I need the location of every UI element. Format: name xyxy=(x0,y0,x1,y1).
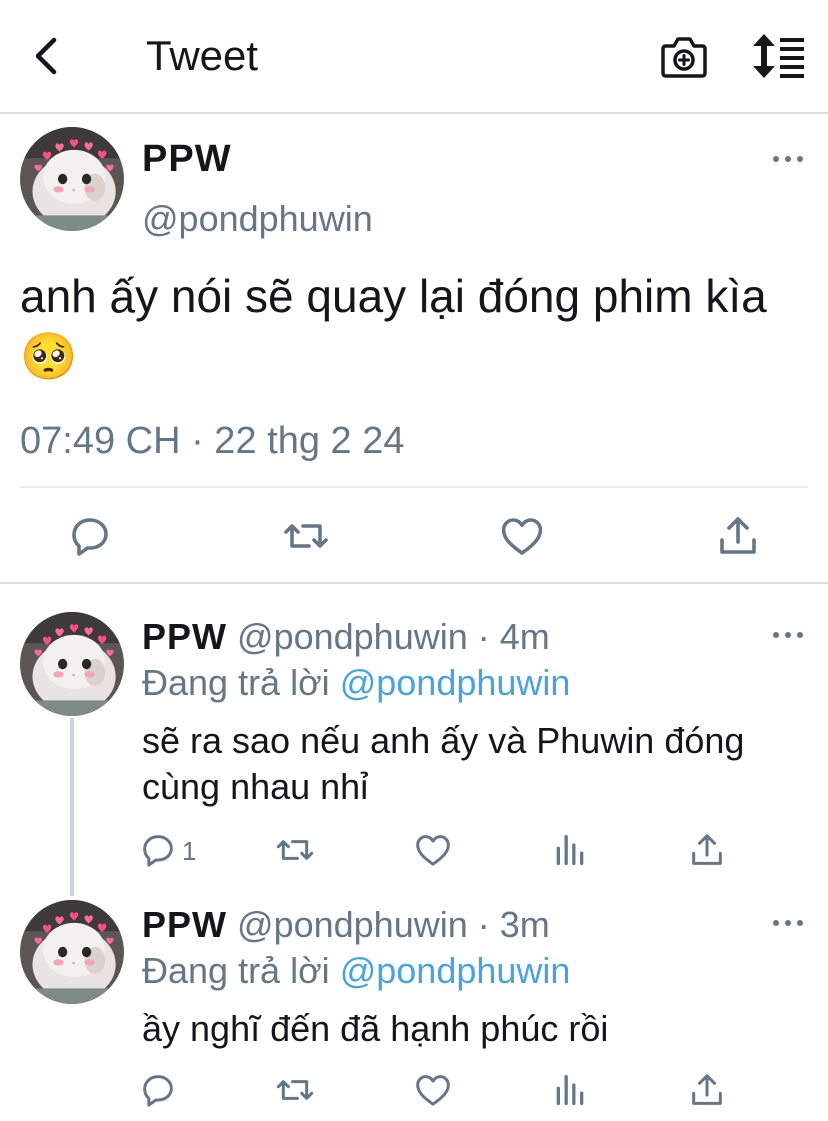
author-name[interactable]: PPW xyxy=(142,904,227,945)
tweet-timestamp: 07:49 CH · 22 thg 2 24 xyxy=(20,420,405,462)
more-icon xyxy=(770,917,806,929)
retweet-icon xyxy=(275,830,315,870)
divider xyxy=(20,486,808,488)
author-name[interactable]: PPW xyxy=(142,138,232,181)
tweet-text: anh ấy nói sẽ quay lại đóng phim kìa 🥺 xyxy=(20,270,767,382)
retweet-icon xyxy=(275,1070,315,1110)
reply-button[interactable] xyxy=(66,512,114,560)
avatar[interactable] xyxy=(20,612,124,716)
like-button[interactable] xyxy=(413,830,453,870)
page-title: Tweet xyxy=(146,32,259,79)
reply-time: · 4m xyxy=(477,616,550,657)
more-options-button[interactable] xyxy=(770,916,806,936)
retweet-icon xyxy=(282,512,330,560)
retweet-button[interactable] xyxy=(282,512,330,560)
back-button[interactable] xyxy=(28,30,68,82)
sort-icon xyxy=(753,34,804,78)
reply-icon xyxy=(66,512,114,560)
like-button[interactable] xyxy=(413,1070,453,1110)
like-icon xyxy=(413,1070,453,1110)
share-button[interactable] xyxy=(714,512,762,560)
retweet-button[interactable] xyxy=(275,1070,315,1110)
author-name[interactable]: PPW xyxy=(142,616,227,657)
more-icon xyxy=(770,629,806,641)
more-icon xyxy=(770,153,806,165)
share-icon xyxy=(714,512,762,560)
reply-count: 1 xyxy=(182,836,197,866)
analytics-icon xyxy=(550,1070,590,1110)
reply-button[interactable] xyxy=(138,1070,178,1110)
top-navigation-bar: Tweet xyxy=(0,0,828,114)
avatar[interactable] xyxy=(20,900,124,1004)
replying-label: Đang trả lời xyxy=(142,950,330,991)
reply-text: sẽ ra sao nếu anh ấy và Phuwin đóng cùng… xyxy=(142,720,745,807)
reply-time: · 3m xyxy=(477,904,550,945)
author-handle[interactable]: @pondphuwin xyxy=(142,198,373,240)
reply-header: PPW @pondphuwin · 3m xyxy=(142,902,550,948)
like-icon xyxy=(413,830,453,870)
avatar-image xyxy=(20,900,124,1004)
replying-to-line: Đang trả lời @pondphuwin xyxy=(142,948,570,994)
like-icon xyxy=(498,512,546,560)
share-icon xyxy=(687,1070,727,1110)
analytics-button[interactable] xyxy=(550,1070,590,1110)
section-divider xyxy=(0,582,828,584)
mention-link[interactable]: @pondphuwin xyxy=(340,662,571,703)
avatar-image xyxy=(20,612,124,716)
mention-link[interactable]: @pondphuwin xyxy=(340,950,571,991)
share-button[interactable] xyxy=(687,830,727,870)
author-handle[interactable]: @pondphuwin xyxy=(237,616,468,657)
camera-icon xyxy=(661,37,707,78)
share-button[interactable] xyxy=(687,1070,727,1110)
thread-connector-line xyxy=(70,718,74,896)
analytics-button[interactable] xyxy=(550,830,590,870)
avatar-image xyxy=(20,127,124,231)
sort-button[interactable] xyxy=(750,30,808,82)
reply-header: PPW @pondphuwin · 4m xyxy=(142,614,550,660)
avatar[interactable] xyxy=(20,127,124,231)
reply-button[interactable] xyxy=(138,830,178,870)
retweet-button[interactable] xyxy=(275,830,315,870)
back-arrow-icon xyxy=(35,37,57,75)
share-icon xyxy=(687,830,727,870)
reply-text: ầy nghĩ đến đã hạnh phúc rồi xyxy=(142,1008,609,1049)
camera-button[interactable] xyxy=(660,34,708,80)
replying-label: Đang trả lời xyxy=(142,662,330,703)
replying-to-line: Đang trả lời @pondphuwin xyxy=(142,660,570,706)
analytics-icon xyxy=(550,830,590,870)
reply-icon xyxy=(138,830,178,870)
reply-icon xyxy=(138,1070,178,1110)
like-button[interactable] xyxy=(498,512,546,560)
author-handle[interactable]: @pondphuwin xyxy=(237,904,468,945)
more-options-button[interactable] xyxy=(770,628,806,648)
more-options-button[interactable] xyxy=(770,152,806,172)
